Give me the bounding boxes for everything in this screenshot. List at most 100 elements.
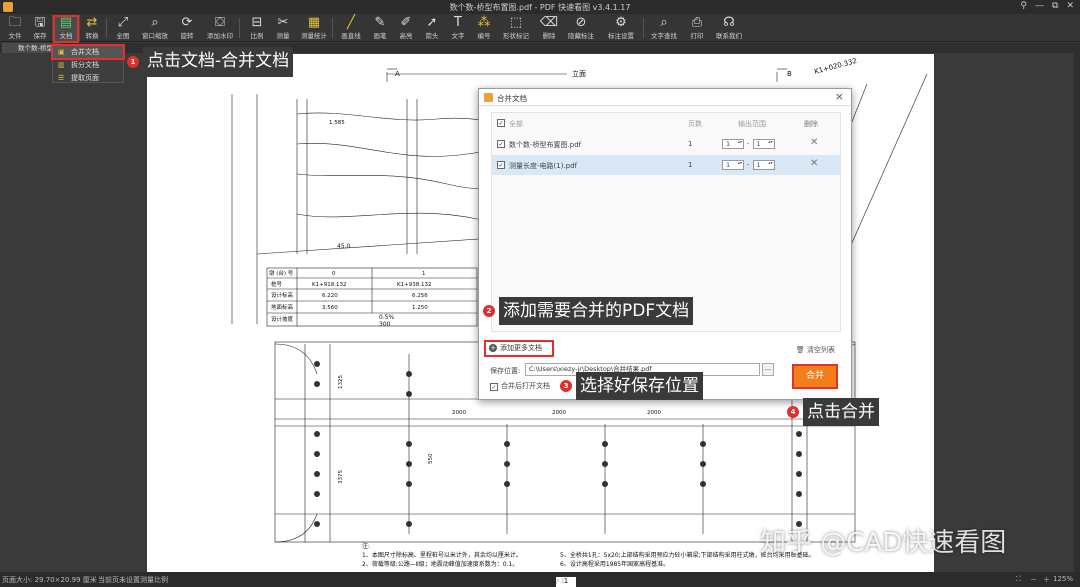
hide-annotations-button[interactable]: ⊘ 隐藏标注: [567, 15, 595, 41]
table-cell: 设计标高: [271, 291, 294, 299]
dim-label: 550: [428, 453, 434, 464]
minimize-icon[interactable]: —: [1035, 1, 1044, 11]
dim-label: 2000: [552, 410, 566, 416]
close-icon[interactable]: ✕: [1066, 1, 1074, 11]
zoom-window-icon: ⌕: [151, 15, 159, 30]
text-search-button[interactable]: ⌕ 文字查找: [650, 15, 678, 41]
zoom-level[interactable]: 125%: [1053, 575, 1073, 583]
plus-icon: +: [489, 344, 497, 352]
rotate-button[interactable]: ⟳ 旋转: [173, 15, 201, 41]
scale-status: 当前页未设置测量比例: [98, 576, 168, 584]
menu-item-merge[interactable]: ▣ 合并文档: [51, 44, 125, 60]
measure-icon: ✂: [277, 15, 289, 30]
arrow-button[interactable]: ➚ 箭头: [418, 15, 446, 41]
range-spinners: 1- 1: [722, 160, 775, 170]
headset-icon: ☊: [723, 15, 735, 30]
section-b-label: B: [787, 70, 792, 78]
merge-icon: ▣: [58, 48, 65, 56]
highlight-button[interactable]: ✐ 高亮: [392, 15, 420, 41]
range-spinners: 1- 1: [722, 139, 775, 149]
dim-label: 1325: [338, 375, 344, 389]
annotation-settings-button[interactable]: ⚙ 标注设置: [607, 15, 635, 41]
document-menu: ▣ 合并文档 ▥ 拆分文档 ☰ 提取页面: [51, 44, 125, 84]
zoom-in-icon[interactable]: ＋: [1043, 575, 1050, 585]
app-logo-icon: [484, 93, 493, 102]
file-checkbox[interactable]: ✓: [497, 161, 505, 169]
table-cell: 地面标高: [271, 303, 294, 311]
range-from-stepper[interactable]: 1: [722, 139, 744, 149]
dialog-title-bar: 合并文档 ×: [479, 89, 851, 106]
table-cell: 1: [422, 271, 426, 277]
delete-icon[interactable]: ✕: [810, 137, 818, 148]
restore-icon[interactable]: ⧉: [1052, 1, 1058, 11]
text-icon: T: [454, 15, 462, 30]
contact-button[interactable]: ☊ 联系我们: [715, 15, 743, 41]
file-button[interactable]: 🗀 文件: [1, 15, 29, 41]
add-more-button[interactable]: + 添加更多文档: [484, 340, 554, 357]
window-title: 数个数-桥型布置图.pdf - PDF 快速看图 v3.4.1.17: [449, 3, 631, 12]
toolbar-divider: [106, 18, 107, 38]
arrow-icon: ➚: [426, 15, 438, 30]
dim-label: 2000: [647, 410, 661, 416]
convert-button[interactable]: ⇄ 转换: [78, 15, 106, 41]
pen-button[interactable]: ✎ 画笔: [366, 15, 394, 41]
file-checkbox[interactable]: ✓: [497, 140, 505, 148]
rotate-icon: ⟳: [181, 15, 193, 30]
range-to-stepper[interactable]: 1: [752, 139, 775, 149]
select-all-checkbox[interactable]: ✓: [497, 119, 505, 127]
range-to-stepper[interactable]: 1: [752, 160, 775, 170]
number-button[interactable]: ⁂ 编号: [470, 15, 498, 41]
clear-list-button[interactable]: 🗑 清空列表: [796, 345, 835, 355]
table-cell: 设计坡度: [271, 315, 294, 323]
range-from-stepper[interactable]: 1: [722, 160, 744, 170]
zoom-window-button[interactable]: ⌕ 窗口缩放: [141, 15, 169, 41]
checkbox[interactable]: ✓: [490, 383, 498, 391]
search-icon: ⌕: [660, 15, 668, 30]
watermark-button[interactable]: ⛋ 添加水印: [206, 15, 234, 41]
watermark: 知乎 @CAD快速看图: [760, 528, 1007, 558]
status-bar: 页面大小: 29.70×20.99 厘米 当前页未设置测量比例 ‹ 1 / 1 …: [0, 572, 1080, 587]
eraser-icon: ⌫: [539, 15, 559, 30]
list-item[interactable]: ✓ 测量长度-电路(1).pdf 1 1- 1 ✕: [492, 155, 840, 175]
section-a-label: A: [395, 70, 400, 78]
folder-icon: 🗀: [8, 15, 22, 30]
watermark-icon: ⛋: [215, 15, 225, 30]
zoom-out-icon[interactable]: －: [1030, 575, 1037, 585]
table-cell: 1.250: [412, 305, 428, 311]
dim-label: 1.585: [329, 120, 345, 126]
window-controls: ⚲ — ⧉ ✕: [1020, 1, 1074, 11]
measure-button[interactable]: ✂ 测量: [269, 15, 297, 41]
open-after-checkbox[interactable]: ✓ 合并后打开文档: [490, 381, 550, 391]
extract-icon: ☰: [58, 74, 65, 82]
line-button[interactable]: ╱ 画直线: [337, 15, 365, 41]
close-icon[interactable]: ×: [835, 90, 844, 103]
menu-item-extract[interactable]: ☰ 提取页面: [53, 72, 123, 84]
user-icon[interactable]: ⚲: [1020, 1, 1027, 11]
measure-stats-button[interactable]: ▦ 测量统计: [300, 15, 328, 41]
note-line: 1、本图尺寸除标高、里程桩号以米计外，其余均以厘米计。: [362, 551, 522, 559]
save-button[interactable]: 🖫 保存: [26, 15, 54, 41]
merge-button[interactable]: 合并: [792, 364, 838, 389]
table-cell: 6.220: [322, 293, 338, 299]
next-page-icon[interactable]: ›: [556, 577, 559, 585]
print-button[interactable]: ⎙ 打印: [683, 15, 711, 41]
eraser-button[interactable]: ⌫ 删除: [535, 15, 563, 41]
list-item[interactable]: ✓ 数个数-桥型布置图.pdf 1 1- 1 ✕: [492, 134, 840, 154]
merge-dialog: 合并文档 × ✓ 全部 页数 输出范围 删除 ✓ 数个数-桥型布置图.pdf 1…: [478, 88, 852, 400]
dialog-title: 合并文档: [497, 94, 527, 103]
shape-button[interactable]: ⬚ 形状标记: [502, 15, 530, 41]
delete-icon[interactable]: ✕: [810, 158, 818, 169]
trash-icon: 🗑: [795, 346, 807, 354]
text-button[interactable]: T 文字: [444, 15, 472, 41]
elevation-label: 立面: [572, 69, 586, 78]
table-cell: 3.560: [322, 305, 338, 311]
vertical-scrollbar[interactable]: [1074, 53, 1080, 572]
menu-item-split[interactable]: ▥ 拆分文档: [53, 59, 123, 71]
table-cell: 墩 (台) 号: [269, 269, 294, 277]
fullscreen-icon[interactable]: ⛶: [1016, 575, 1021, 584]
fit-button[interactable]: ⤢ 全图: [109, 15, 137, 41]
browse-button[interactable]: ...: [762, 363, 774, 376]
scale-button[interactable]: ⊟ 比例: [243, 15, 271, 41]
main-toolbar: 🗀 文件 🖫 保存 ▤ 文档 ⇄ 转换 ⤢ 全图 ⌕ 窗口缩放 ⟳ 旋转 ⛋ 添加水印 ⊟ 比例 …: [0, 14, 1080, 42]
print-icon: ⎙: [691, 15, 703, 30]
